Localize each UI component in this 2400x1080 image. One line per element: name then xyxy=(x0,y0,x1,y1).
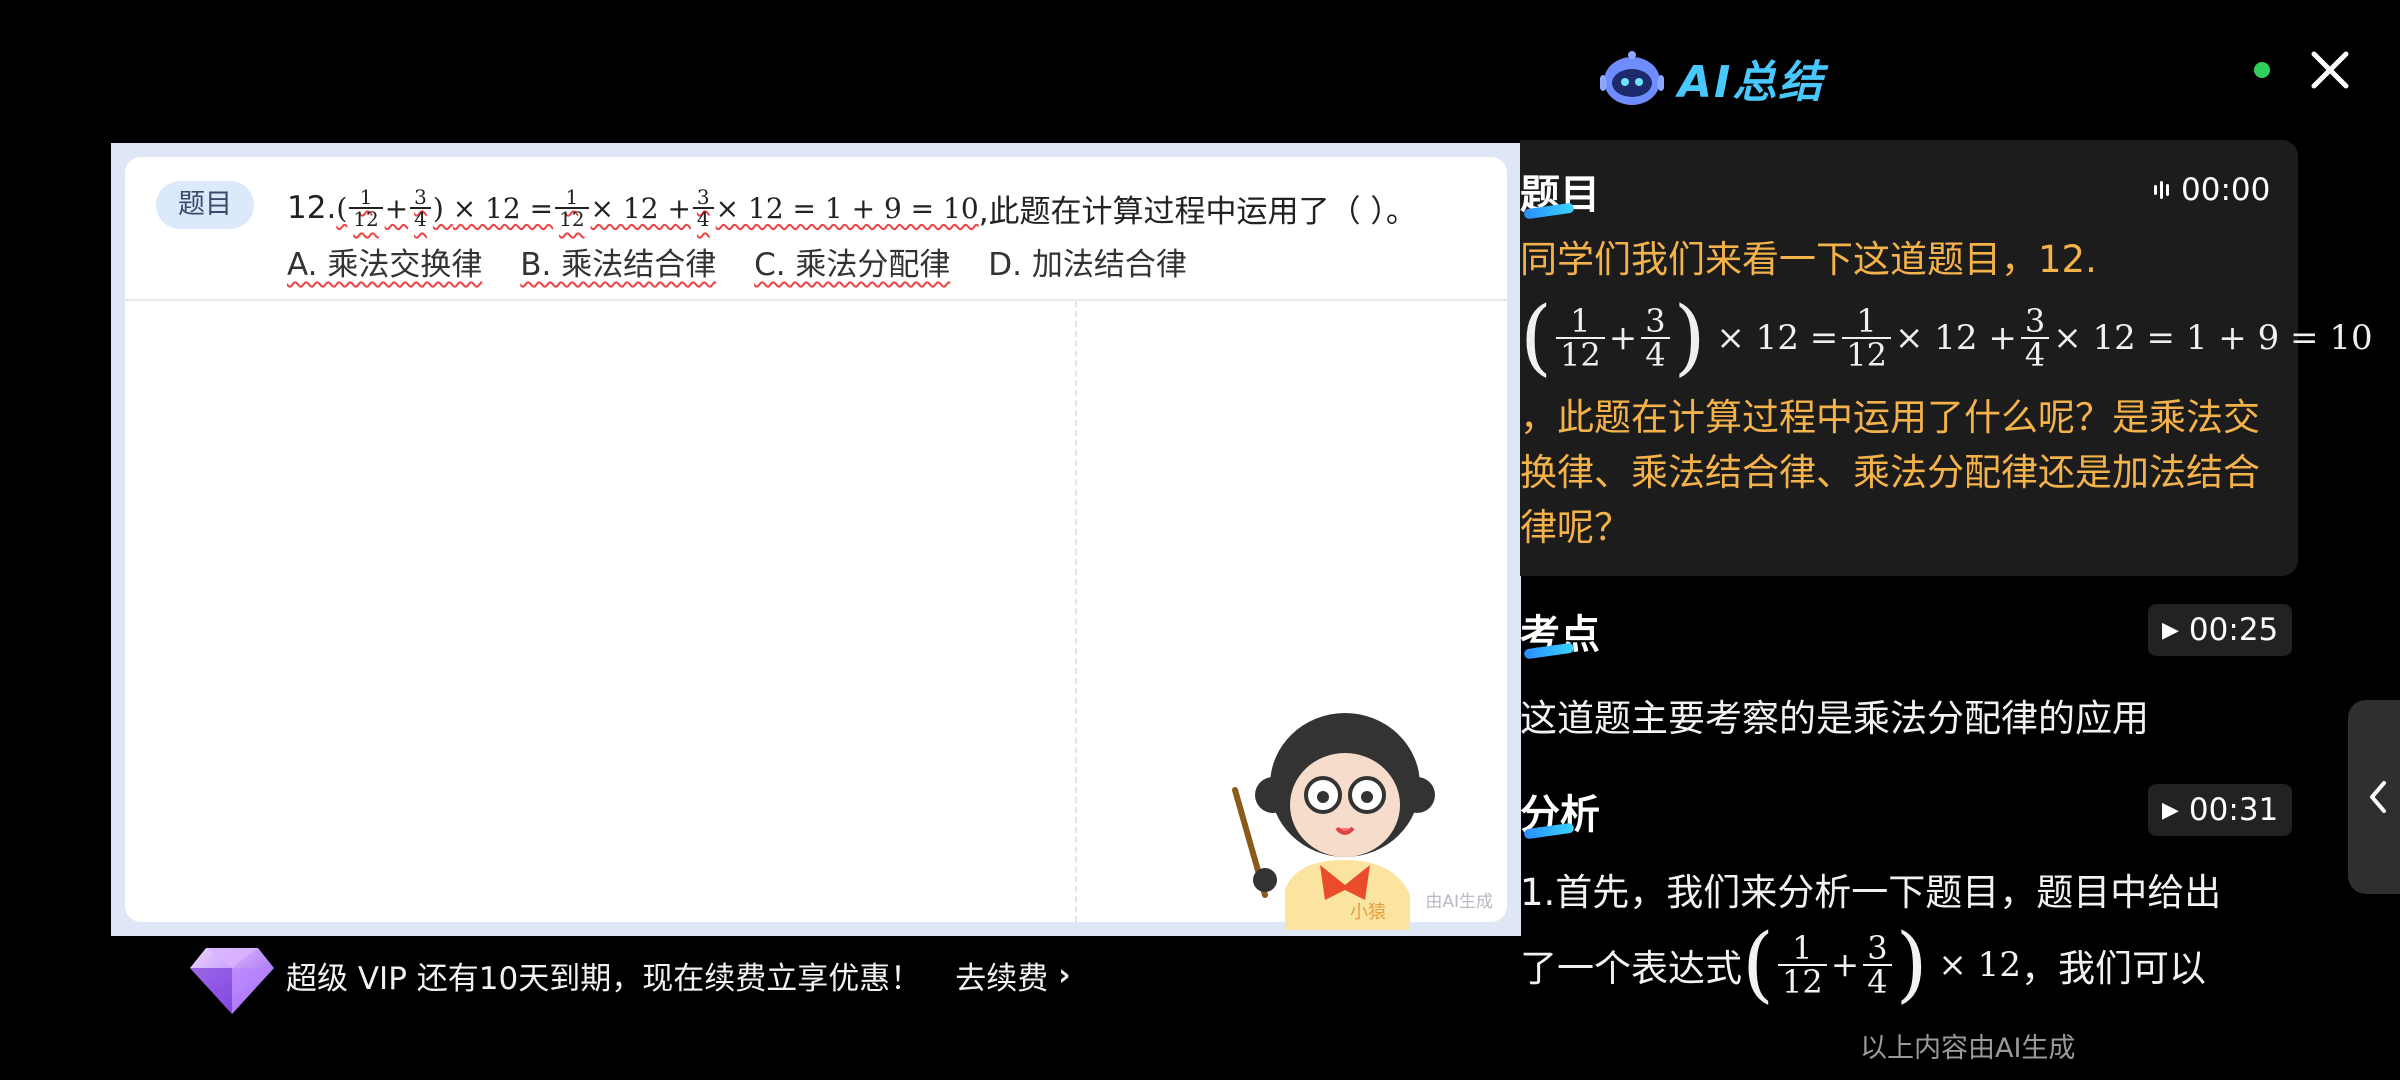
audio-wave-icon xyxy=(2154,181,2169,199)
ai-robot-icon xyxy=(1600,51,1664,105)
collapse-panel-handle[interactable] xyxy=(2348,700,2400,894)
analysis-text-line1: 1.首先，我们来分析一下题目，题目中给出 xyxy=(1520,871,2222,914)
topic-text-rest: ，此题在计算过程中运用了什么呢？是乘法交换律、乘法结合律、乘法分配律还是加法结合… xyxy=(1520,396,2260,549)
fraction: 1 12 xyxy=(1556,305,1605,371)
question-tag: 题目 xyxy=(156,181,254,229)
close-icon[interactable] xyxy=(2306,46,2354,94)
workspace-divider xyxy=(1075,301,1077,922)
diamond-icon xyxy=(190,948,274,1014)
exam-point-text: 这道题主要考察的是乘法分配律的应用 xyxy=(1520,697,2149,740)
topic-text-line1: 同学们我们来看一下这道题目，12. xyxy=(1520,238,2097,281)
question-stem-suffix: ,此题在计算过程中运用了（ ）。 xyxy=(978,193,1417,230)
vip-banner: 超级 VIP 还有10天到期，现在续费立享优惠！ 去续费 › xyxy=(186,930,1071,1020)
exam-point-play-button[interactable]: ▶ 00:25 xyxy=(2148,604,2293,656)
option-b[interactable]: B. 乘法结合律 xyxy=(520,247,716,283)
exam-point-time: 00:25 xyxy=(2188,612,2279,648)
status-dot xyxy=(2254,62,2270,78)
mascot-label: 小猿 xyxy=(1350,902,1386,923)
fraction: 1 12 xyxy=(349,187,383,229)
question-number: 12. xyxy=(287,190,337,226)
renew-label: 去续费 xyxy=(955,960,1049,997)
renew-link[interactable]: 去续费 › xyxy=(955,953,1070,998)
question-header: 题目 12. (1 12 + 3 4) × 12 = 1 12 × 12 + 34 ×… xyxy=(125,157,1507,301)
question-options: A. 乘法交换律 B. 乘法结合律 C. 乘法分配律 D. 加法结合律 xyxy=(287,239,1215,284)
topic-time: 00:00 xyxy=(2181,172,2271,208)
vip-message: 超级 VIP 还有10天到期，现在续费立享优惠！ xyxy=(286,960,922,997)
fraction: 34 xyxy=(1641,305,1670,371)
summary-title: AI总结 xyxy=(1678,57,1825,108)
chevron-right-icon: › xyxy=(1058,957,1071,993)
fraction: 1 12 xyxy=(555,187,589,229)
analysis-text-line2: 了一个表达式 ( 1 12 + 34 ) × 12 ，我们可以 xyxy=(1520,917,2206,1012)
fraction: 1 12 xyxy=(1842,305,1891,371)
option-d[interactable]: D. 加法结合律 xyxy=(988,247,1187,283)
mascot-teacher-icon: 小猿 xyxy=(1232,713,1435,930)
chevron-left-icon xyxy=(2370,781,2386,813)
fraction: 34 xyxy=(692,187,714,229)
analysis-play-button[interactable]: ▶ 00:31 xyxy=(2148,784,2293,836)
fraction: 34 xyxy=(2020,305,2050,371)
question-stem: 12. (1 12 + 3 4) × 12 = 1 12 × 12 + 34 × 12… xyxy=(287,181,1417,235)
question-formula: (1 12 + 3 4) × 12 = 1 12 × 12 + 34 × 12 = 1… xyxy=(336,185,979,231)
summary-header: AI总结 xyxy=(1600,45,1824,111)
play-icon: ▶ xyxy=(2162,797,2179,823)
analysis-formula: ( 1 12 + 34 ) × 12 xyxy=(1742,917,2021,1012)
play-icon: ▶ xyxy=(2162,617,2179,643)
fraction: 34 xyxy=(410,187,431,229)
topic-time-button[interactable]: 00:00 xyxy=(2140,164,2284,216)
summary-content[interactable]: 题目 00:00 同学们我们来看一下这道题目，12. ( 1 12 + 34 ) … xyxy=(1520,140,2400,1020)
topic-formula: ( 1 12 + 34 ) × 12 = 1 12 × 12 + 34 × 12 =… xyxy=(1520,290,2373,385)
option-a[interactable]: A. 乘法交换律 xyxy=(287,247,482,283)
fraction: 34 xyxy=(1863,932,1892,998)
option-c[interactable]: C. 乘法分配律 xyxy=(754,247,950,283)
fraction: 1 12 xyxy=(1778,932,1827,998)
ai-footer-note: 以上内容由AI生成 xyxy=(1860,1033,2076,1064)
analysis-time: 00:31 xyxy=(2188,792,2279,828)
